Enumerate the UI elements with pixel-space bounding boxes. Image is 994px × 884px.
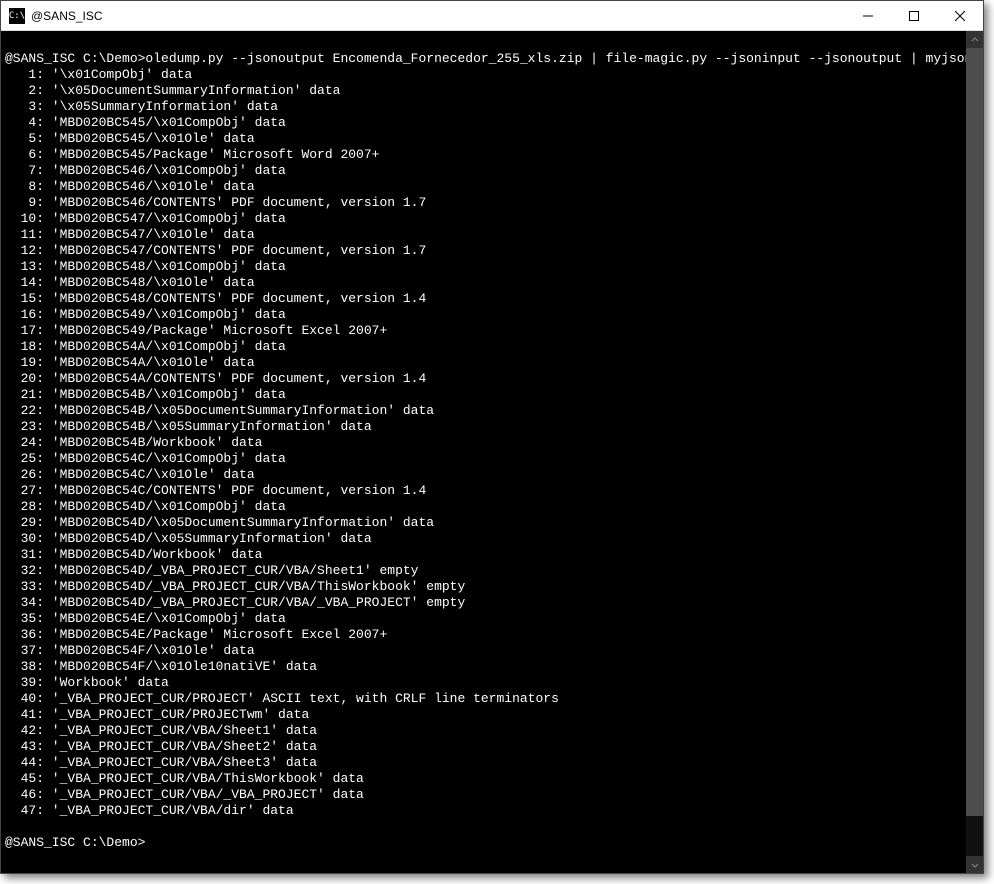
chevron-up-icon xyxy=(971,36,979,44)
minimize-icon xyxy=(863,11,873,21)
window-title: @SANS_ISC xyxy=(31,9,845,23)
terminal-output[interactable]: @SANS_ISC C:\Demo>oledump.py --jsonoutpu… xyxy=(1,31,966,873)
minimize-button[interactable] xyxy=(845,1,891,30)
terminal-area: @SANS_ISC C:\Demo>oledump.py --jsonoutpu… xyxy=(1,31,983,873)
scroll-track[interactable] xyxy=(966,48,983,856)
scroll-down-button[interactable] xyxy=(966,856,983,873)
maximize-button[interactable] xyxy=(891,1,937,30)
maximize-icon xyxy=(909,11,919,21)
titlebar[interactable]: C:\ @SANS_ISC xyxy=(1,1,983,31)
cmd-icon: C:\ xyxy=(9,8,25,24)
scrollbar[interactable] xyxy=(966,31,983,873)
close-icon xyxy=(955,11,965,21)
scroll-up-button[interactable] xyxy=(966,31,983,48)
scroll-thumb[interactable] xyxy=(966,48,983,816)
console-window: C:\ @SANS_ISC @SANS_ISC C:\Demo>oledump.… xyxy=(0,0,984,874)
chevron-down-icon xyxy=(971,861,979,869)
window-controls xyxy=(845,1,983,30)
close-button[interactable] xyxy=(937,1,983,30)
